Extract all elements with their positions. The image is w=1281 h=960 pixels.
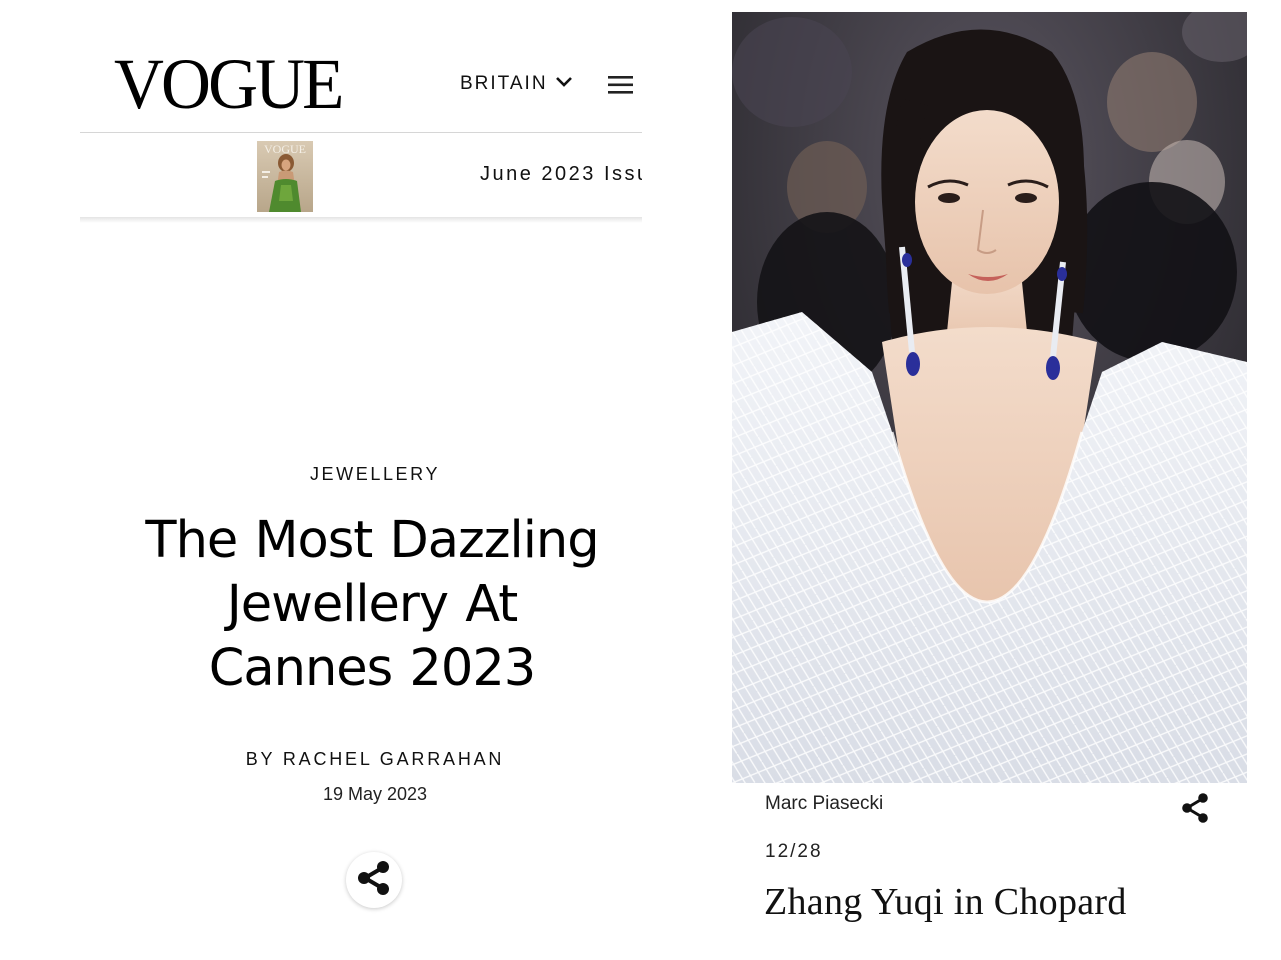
article-title-line: Cannes 2023 <box>208 639 536 698</box>
category-label[interactable]: JEWELLERY <box>310 464 440 485</box>
gallery-photo[interactable] <box>732 12 1247 783</box>
article-header: JEWELLERY The Most Dazzling Jewellery At… <box>80 460 670 805</box>
photo-credit: Marc Piasecki <box>765 793 884 814</box>
article-title-line: The Most Dazzling <box>145 511 599 570</box>
gallery-share-button[interactable] <box>1178 792 1212 829</box>
slide-counter: 12/28 <box>765 841 823 862</box>
publish-date: 19 May 2023 <box>322 784 428 804</box>
article-title-line: Jewellery At <box>226 575 519 634</box>
byline-prefix: BY <box>245 749 276 769</box>
issue-bar: VOGUE June 2023 Issue <box>80 133 642 218</box>
magazine-cover-thumbnail[interactable]: VOGUE <box>257 141 313 212</box>
share-button[interactable] <box>346 852 402 908</box>
article-panel: VOGUE BRITAIN VOGUE June 2023 Iss JEWELL… <box>0 0 700 960</box>
author-link[interactable]: RACHEL GARRAHAN <box>283 749 504 769</box>
region-selector[interactable]: BRITAIN <box>460 70 573 98</box>
hamburger-menu-icon[interactable] <box>606 73 636 97</box>
cover-masthead: VOGUE <box>264 142 306 156</box>
issue-bar-shadow <box>80 217 642 223</box>
vogue-logo[interactable]: VOGUE <box>114 48 344 120</box>
share-icon <box>1180 792 1210 829</box>
region-label: BRITAIN <box>460 73 548 94</box>
issue-link[interactable]: June 2023 Issue <box>480 163 642 186</box>
byline: BY RACHEL GARRAHAN <box>80 749 670 770</box>
photo-caption: Zhang Yuqi in Chopard <box>764 881 1127 923</box>
share-icon <box>353 857 395 904</box>
article-title: The Most Dazzling Jewellery At Cannes 20… <box>74 509 670 701</box>
chevron-down-icon <box>555 75 573 94</box>
